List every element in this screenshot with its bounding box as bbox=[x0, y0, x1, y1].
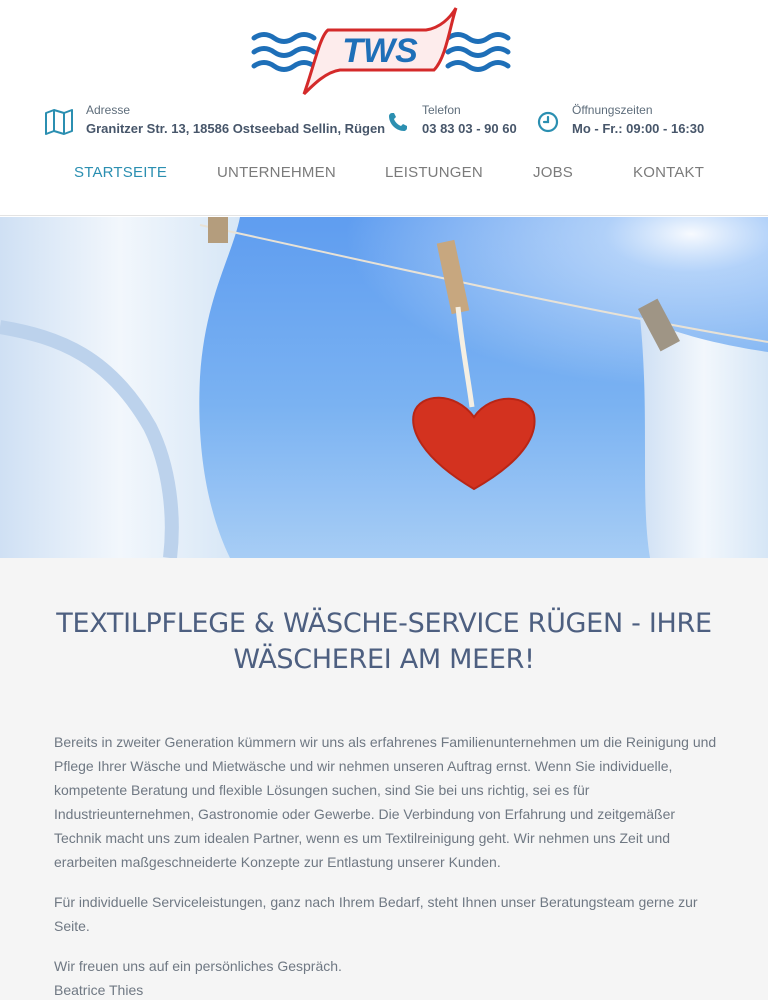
intro-paragraph: Bereits in zweiter Generation kümmern wi… bbox=[54, 734, 717, 870]
main-navigation: STARTSEITE UNTERNEHMEN LEISTUNGEN JOBS K… bbox=[0, 164, 768, 188]
phone-label: Telefon bbox=[422, 103, 461, 117]
logo-text: TWS bbox=[342, 32, 418, 70]
hero-image bbox=[0, 217, 768, 558]
tws-logo[interactable]: TWS bbox=[250, 6, 512, 98]
main-content: TEXTILPFLEGE & WÄSCHE-SERVICE RÜGEN - IH… bbox=[0, 558, 768, 1000]
signature-name: Beatrice Thies bbox=[54, 982, 144, 998]
nav-item-leistungen[interactable]: LEISTUNGEN bbox=[385, 164, 483, 181]
phone-block: Telefon 03 83 03 - 90 60 bbox=[386, 103, 517, 138]
address-value: Granitzer Str. 13, 18586 Ostseebad Selli… bbox=[86, 121, 386, 136]
page-title-line-1: TEXTILPFLEGE & WÄSCHE-SERVICE RÜGEN - IH… bbox=[56, 608, 712, 639]
service-paragraph: Für individuelle Serviceleistungen, ganz… bbox=[54, 894, 698, 934]
closing-paragraph: Wir freuen uns auf ein persönliches Gesp… bbox=[54, 954, 718, 1002]
nav-item-startseite[interactable]: STARTSEITE bbox=[74, 164, 167, 181]
nav-item-unternehmen[interactable]: UNTERNEHMEN bbox=[217, 164, 336, 181]
address-block: Adresse Granitzer Str. 13, 18586 Ostseeb… bbox=[44, 103, 385, 138]
closing-line: Wir freuen uns auf ein persönliches Gesp… bbox=[54, 958, 342, 974]
phone-value[interactable]: 03 83 03 - 90 60 bbox=[422, 120, 517, 138]
hours-block: Öffnungszeiten Mo - Fr.: 09:00 - 16:30 bbox=[536, 103, 704, 138]
site-header: TWS Adresse Granitzer Str. 13, 18586 Ost… bbox=[0, 0, 768, 216]
nav-item-kontakt[interactable]: KONTAKT bbox=[633, 164, 704, 181]
hours-value: Mo - Fr.: 09:00 - 16:30 bbox=[572, 121, 705, 136]
map-icon bbox=[45, 109, 73, 135]
page-title: TEXTILPFLEGE & WÄSCHE-SERVICE RÜGEN - IH… bbox=[40, 606, 728, 678]
address-label: Adresse bbox=[86, 103, 131, 117]
hours-label: Öffnungszeiten bbox=[572, 103, 653, 117]
clock-icon bbox=[537, 111, 559, 133]
nav-item-jobs[interactable]: JOBS bbox=[533, 164, 573, 181]
phone-icon bbox=[389, 113, 407, 131]
page-title-line-2: WÄSCHEREI AM MEER! bbox=[233, 644, 535, 675]
